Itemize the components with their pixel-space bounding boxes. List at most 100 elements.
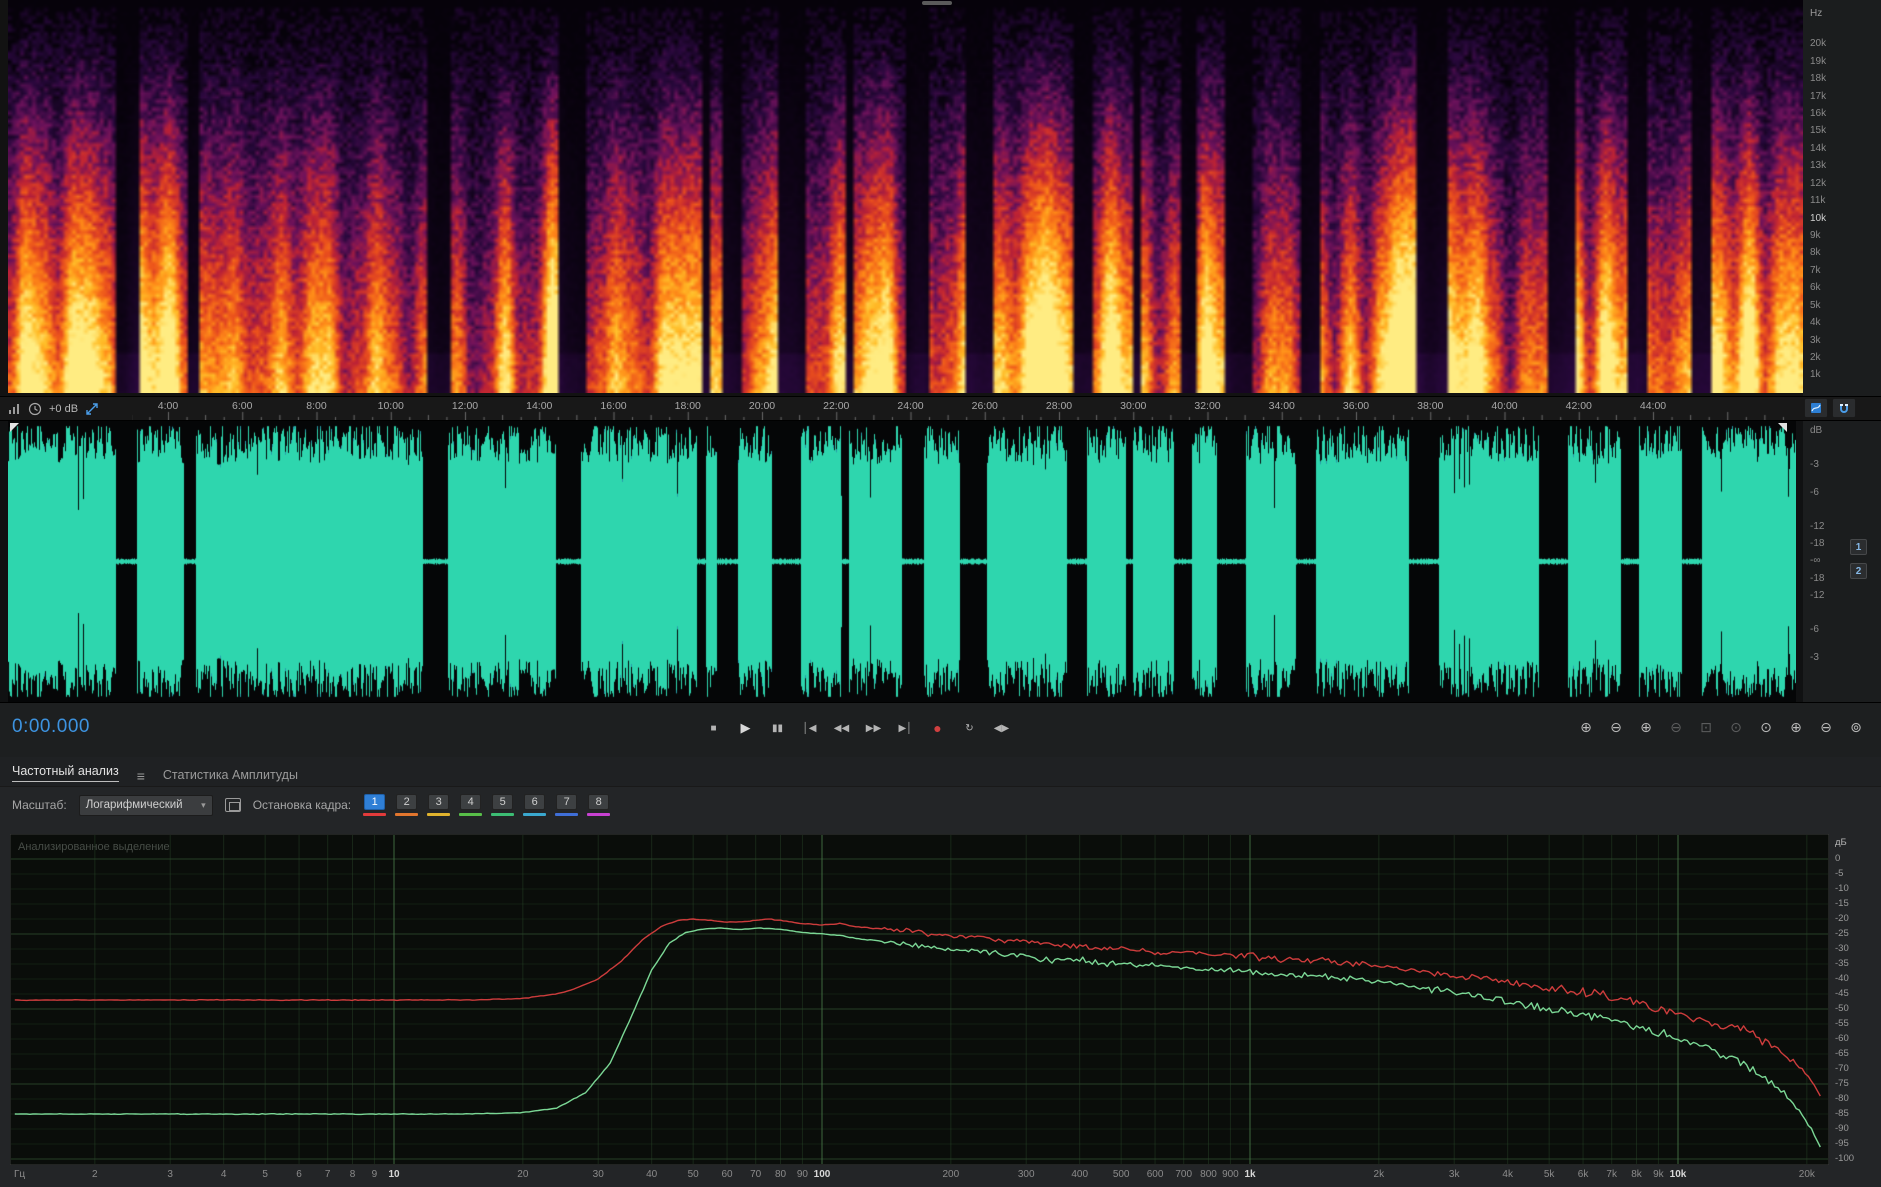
frequency-unit-label: Hz xyxy=(1810,8,1823,19)
spectrogram-canvas[interactable] xyxy=(8,0,1803,393)
zoom-reset-button[interactable]: ⊚ xyxy=(1846,717,1866,737)
crossed-arrows-icon[interactable] xyxy=(85,402,99,416)
x-tick-6k: 6k xyxy=(1577,1169,1589,1180)
frame-hold-2: 2 xyxy=(395,794,419,816)
freq-label-19k: 19k xyxy=(1810,55,1827,67)
freq-label-18k: 18k xyxy=(1810,73,1827,85)
frame-hold-color-7 xyxy=(555,813,579,816)
time-label-30:00: 30:00 xyxy=(1120,400,1147,412)
channel-button-1[interactable]: 1 xyxy=(1850,539,1867,555)
frame-hold-5: 5 xyxy=(491,794,515,816)
freq-label-15k: 15k xyxy=(1810,125,1827,137)
time-label-26:00: 26:00 xyxy=(971,400,998,412)
y-tick--60: -60 xyxy=(1835,1033,1849,1044)
zoom-selection-out-point-button[interactable]: ⊙ xyxy=(1756,717,1776,737)
selection-handle-left[interactable] xyxy=(10,423,19,432)
tab-amplitude-statistics[interactable]: Статистика Амплитуды xyxy=(163,768,298,782)
zoom-selection-in-point-button[interactable]: ⊙ xyxy=(1726,717,1746,737)
record-button[interactable]: ● xyxy=(924,713,951,743)
scale-select[interactable]: Логарифмический ▾ xyxy=(78,794,213,816)
gain-label[interactable]: +0 dB xyxy=(49,403,78,415)
frame-hold-7: 7 xyxy=(555,794,579,816)
frame-hold-button-7[interactable]: 7 xyxy=(556,794,578,810)
frame-hold-8: 8 xyxy=(587,794,611,816)
x-tick-40: 40 xyxy=(646,1169,658,1180)
x-tick-5k: 5k xyxy=(1543,1169,1555,1180)
loop-playback-button[interactable]: ↻ xyxy=(956,713,983,743)
x-tick-500: 500 xyxy=(1112,1169,1130,1180)
levels-meter-icon[interactable] xyxy=(8,402,21,415)
panel-menu-icon[interactable]: ≡ xyxy=(137,769,145,783)
x-tick-2k: 2k xyxy=(1373,1169,1385,1180)
x-tick-4k: 4k xyxy=(1502,1169,1513,1180)
time-label-22:00: 22:00 xyxy=(823,400,850,412)
frame-hold-button-4[interactable]: 4 xyxy=(460,794,482,810)
waveform-canvas[interactable] xyxy=(8,421,1796,702)
ruler-right-toolbar xyxy=(1804,398,1856,418)
y-tick--30: -30 xyxy=(1835,943,1849,954)
x-tick-3k: 3k xyxy=(1448,1169,1460,1180)
x-tick-700: 700 xyxy=(1175,1169,1193,1180)
timeline-ruler[interactable]: 4:00 6:00 8:00 10:00 12:00 14:00 16:00 18:00 20:… xyxy=(0,396,1881,421)
skip-to-end-button[interactable]: ▶│ xyxy=(892,713,919,743)
frame-hold-color-4 xyxy=(459,813,483,816)
frame-hold-button-3[interactable]: 3 xyxy=(428,794,450,810)
frame-hold-3: 3 xyxy=(427,794,451,816)
selection-handle-right[interactable] xyxy=(1778,423,1787,432)
x-tick-10: 10 xyxy=(388,1169,400,1180)
frame-hold-button-5[interactable]: 5 xyxy=(492,794,514,810)
skip-selection-button[interactable]: ◀▶ xyxy=(988,713,1015,743)
copy-graph-button[interactable] xyxy=(224,798,241,812)
channel-button-2[interactable]: 2 xyxy=(1850,563,1867,579)
fast-forward-button[interactable]: ▶▶ xyxy=(860,713,887,743)
play-button[interactable]: ▶ xyxy=(732,713,759,743)
time-label-44:00: 44:00 xyxy=(1639,400,1667,412)
display-mode-button[interactable] xyxy=(1804,398,1828,418)
pause-button[interactable]: ▮▮ xyxy=(764,713,791,743)
tab-frequency-analysis[interactable]: Частотный анализ xyxy=(12,764,119,782)
audition-window: Hz 20k 19k 18k 17k 16k 15k 14k 13k 12k 11k 10k 9k 8k… xyxy=(0,0,1881,1187)
frequency-scale: Hz 20k 19k 18k 17k 16k 15k 14k 13k 12k 11k 10k 9k 8k… xyxy=(1803,0,1881,396)
zoom-in-amplitude-button[interactable]: ⊕ xyxy=(1786,717,1806,737)
skip-to-start-button[interactable]: │◀ xyxy=(796,713,823,743)
frame-hold-button-8[interactable]: 8 xyxy=(588,794,610,810)
time-label-10:00: 10:00 xyxy=(377,400,404,412)
zoom-in-full-button[interactable]: ⊕ xyxy=(1636,717,1656,737)
magnet-icon xyxy=(1840,404,1848,413)
frame-hold-button-6[interactable]: 6 xyxy=(524,794,546,810)
frame-hold-button-1[interactable]: 1 xyxy=(364,794,386,810)
horizontal-scrollbar[interactable] xyxy=(922,1,952,5)
x-tick-600: 600 xyxy=(1146,1169,1164,1180)
x-tick-70: 70 xyxy=(750,1169,762,1180)
db-label--3-top: -3 xyxy=(1810,459,1819,471)
snapping-button[interactable] xyxy=(1832,398,1856,418)
x-tick-2: 2 xyxy=(92,1169,98,1180)
zoom-in-horizontal-button[interactable]: ⊕ xyxy=(1576,717,1596,737)
x-tick-7: 7 xyxy=(324,1169,331,1180)
x-axis-unit-label: Гц xyxy=(14,1169,26,1180)
x-tick-9: 9 xyxy=(371,1169,378,1180)
frame-hold-color-8 xyxy=(587,813,611,816)
y-tick--55: -55 xyxy=(1835,1018,1849,1029)
y-tick--65: -65 xyxy=(1835,1048,1849,1059)
y-tick--95: -95 xyxy=(1835,1138,1849,1149)
zoom-out-horizontal-button[interactable]: ⊖ xyxy=(1606,717,1626,737)
analyzed-selection-label: Анализированное выделение xyxy=(18,841,170,853)
x-tick-6: 6 xyxy=(296,1169,302,1180)
stop-button[interactable]: ■ xyxy=(700,713,727,743)
zoom-out-full-button[interactable]: ⊖ xyxy=(1666,717,1686,737)
frame-hold-1: 1 xyxy=(363,794,387,816)
freq-label-6k: 6k xyxy=(1810,282,1821,294)
time-display[interactable]: 0:00.000 xyxy=(12,716,90,738)
zoom-out-amplitude-button[interactable]: ⊖ xyxy=(1816,717,1836,737)
frame-hold-button-2[interactable]: 2 xyxy=(396,794,418,810)
clock-icon[interactable] xyxy=(28,402,42,416)
spectrogram-view: Hz 20k 19k 18k 17k 16k 15k 14k 13k 12k 11k 10k 9k 8k… xyxy=(0,0,1881,396)
rewind-button[interactable]: ◀◀ xyxy=(828,713,855,743)
zoom-to-selection-button[interactable]: ⊡ xyxy=(1696,717,1716,737)
x-tick-9k: 9k xyxy=(1653,1169,1664,1180)
x-tick-300: 300 xyxy=(1017,1169,1035,1180)
time-label-32:00: 32:00 xyxy=(1194,400,1221,412)
frame-hold-4: 4 xyxy=(459,794,483,816)
x-tick-8k: 8k xyxy=(1631,1169,1642,1180)
